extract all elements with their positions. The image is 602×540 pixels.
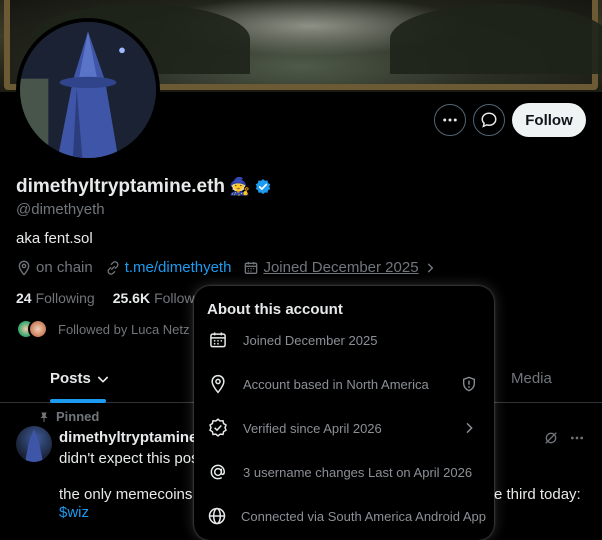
profile-name-row: dimethyltryptamine.eth 🧙 — [16, 176, 272, 198]
more-horizontal-icon — [443, 118, 457, 122]
location-item: on chain — [16, 259, 93, 276]
tab-posts[interactable]: Posts — [50, 355, 111, 402]
display-name: dimethyltryptamine.eth — [16, 176, 226, 197]
about-verified-text: Verified since April 2026 — [243, 420, 382, 436]
shield-info-icon[interactable] — [461, 376, 477, 397]
active-tab-indicator — [50, 399, 106, 403]
about-row-verified[interactable]: Verified since April 2026 — [207, 416, 481, 440]
chevron-right-icon — [461, 420, 477, 441]
profile-avatar[interactable] — [16, 18, 160, 162]
tab-media[interactable]: Media — [511, 355, 552, 402]
post-text-line-2-start: the only memecoins I — [59, 486, 201, 503]
verified-badge-icon[interactable] — [254, 178, 272, 196]
post-text-line-1: didn't expect this pos — [59, 450, 199, 467]
followers-stat[interactable]: 25.6K Followe — [113, 290, 203, 306]
location-text: on chain — [36, 259, 93, 276]
pinned-label: Pinned — [56, 409, 100, 424]
follow-stats: 24 Following 25.6K Followe — [16, 290, 202, 306]
joined-item[interactable]: Joined December 2025 — [243, 259, 436, 276]
calendar-icon — [207, 329, 229, 351]
following-stat[interactable]: 24 Following — [16, 290, 95, 306]
profile-meta-row: on chain t.me/dimethyeth Joined December… — [16, 259, 449, 276]
post-author-name[interactable]: dimethyltryptamine — [59, 429, 197, 446]
wizard-emoji-icon: 🧙 — [229, 177, 251, 196]
website-link[interactable]: t.me/dimethyeth — [125, 259, 232, 276]
about-connection-text: Connected via South America Android App — [241, 508, 486, 524]
calendar-icon — [245, 261, 258, 274]
profile-handle: @dimethyeth — [16, 201, 105, 218]
more-horizontal-icon[interactable] — [569, 430, 585, 446]
following-label: Following — [35, 290, 95, 306]
more-options-button[interactable] — [434, 104, 466, 136]
follow-button[interactable]: Follow — [512, 103, 586, 137]
joined-date-link[interactable]: Joined December 2025 — [263, 259, 418, 276]
at-sign-icon — [207, 461, 229, 483]
about-row-location: Account based in North America — [207, 372, 481, 396]
post-text-line-3: $wiz — [59, 504, 89, 521]
location-pin-icon — [18, 260, 30, 276]
chevron-down-icon — [97, 375, 109, 383]
following-count: 24 — [16, 290, 32, 306]
popover-title: About this account — [207, 301, 343, 318]
pin-icon — [40, 412, 48, 422]
post-text-line-2-end: e third today: — [494, 486, 581, 503]
message-button[interactable] — [473, 104, 505, 136]
post-author-avatar[interactable] — [16, 426, 52, 462]
verified-badge-icon — [207, 417, 229, 439]
wizard-avatar-image — [20, 22, 156, 158]
chevron-right-icon — [427, 262, 433, 273]
about-row-username-changes: 3 username changes Last on April 2026 — [207, 460, 481, 484]
tab-media-label: Media — [511, 370, 552, 387]
followed-by-text: Followed by Luca Netz — [58, 321, 190, 337]
pinned-indicator: Pinned — [38, 409, 99, 424]
about-username-changes-text: 3 username changes Last on April 2026 — [243, 464, 473, 480]
about-row-connection: Connected via South America Android App — [207, 504, 486, 528]
cashtag-link[interactable]: $wiz — [59, 504, 89, 521]
link-icon — [107, 260, 119, 275]
website-item: t.me/dimethyeth — [105, 259, 232, 276]
banner-hill-right — [390, 4, 602, 74]
about-account-popover: About this account Joined December 2025 … — [194, 286, 494, 540]
about-location-text: Account based in North America — [243, 376, 429, 392]
wizard-avatar-image — [25, 429, 43, 462]
message-icon — [481, 112, 497, 128]
tab-posts-label: Posts — [50, 370, 91, 387]
followers-count: 25.6K — [112, 290, 151, 306]
follower-avatars — [16, 319, 50, 339]
followed-by-row[interactable]: Followed by Luca Netz — [16, 319, 190, 339]
follower-avatar — [28, 319, 48, 339]
grok-icon[interactable] — [543, 430, 559, 446]
about-row-joined: Joined December 2025 — [207, 328, 481, 352]
profile-bio: aka fent.sol — [16, 230, 93, 247]
location-pin-icon — [207, 373, 229, 395]
about-joined-text: Joined December 2025 — [243, 332, 378, 348]
post-actions — [543, 430, 585, 446]
globe-icon — [207, 505, 227, 527]
